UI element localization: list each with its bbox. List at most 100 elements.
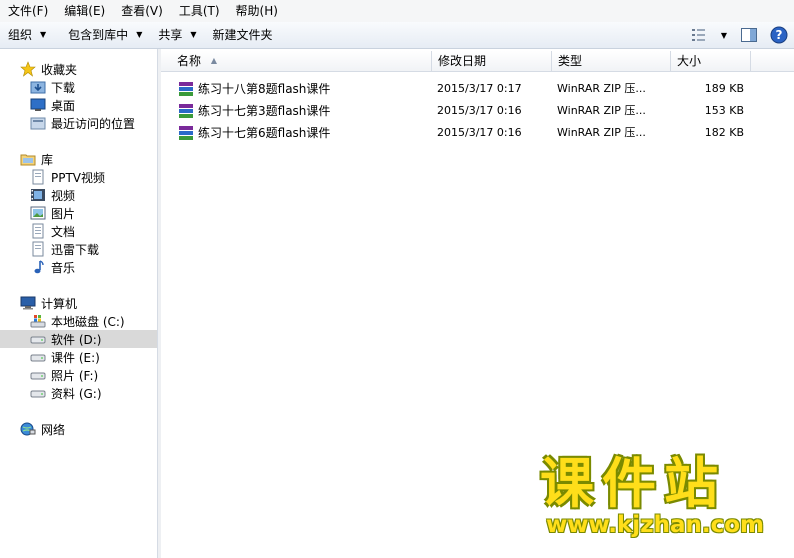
nav-desktop-label: 桌面 bbox=[51, 98, 76, 113]
organize-label: 组织 bbox=[8, 28, 33, 42]
document-library-icon bbox=[30, 241, 46, 257]
chevron-down-icon: ▼ bbox=[190, 30, 197, 39]
column-size[interactable]: 大小 bbox=[671, 51, 751, 71]
nav-favorites[interactable]: 收藏夹 bbox=[0, 60, 157, 78]
menu-file[interactable]: 文件(F) bbox=[0, 0, 56, 22]
nav-pptv[interactable]: PPTV视频 bbox=[0, 168, 157, 186]
chevron-down-icon[interactable]: ▼ bbox=[718, 24, 730, 46]
nav-downloads[interactable]: 下载 bbox=[0, 78, 157, 96]
new-folder-label: 新建文件夹 bbox=[212, 28, 273, 42]
menu-help[interactable]: 帮助(H) bbox=[228, 0, 286, 22]
column-name[interactable]: 名称 ▲ bbox=[161, 51, 432, 71]
nav-favorites-label: 收藏夹 bbox=[41, 62, 78, 77]
menu-edit[interactable]: 编辑(E) bbox=[56, 0, 113, 22]
file-type: WinRAR ZIP 压... bbox=[557, 82, 646, 95]
downloads-folder-icon bbox=[30, 79, 46, 95]
column-header: 名称 ▲ 修改日期 类型 大小 bbox=[161, 51, 794, 72]
nav-recent[interactable]: 最近访问的位置 bbox=[0, 114, 157, 132]
desktop-icon bbox=[30, 97, 46, 113]
share-label: 共享 bbox=[158, 28, 183, 42]
nav-drive-g-label: 资料 (G:) bbox=[51, 386, 102, 401]
nav-network-label: 网络 bbox=[41, 422, 66, 437]
file-date: 2015/3/17 0:16 bbox=[437, 126, 522, 139]
nav-drive-c-label: 本地磁盘 (C:) bbox=[51, 314, 125, 329]
include-library-label: 包含到库中 bbox=[68, 28, 129, 42]
library-folder-icon bbox=[20, 151, 36, 167]
menu-view[interactable]: 查看(V) bbox=[113, 0, 171, 22]
navigation-pane: 收藏夹 下载 桌面 最近访问的位置 库 PPTV视频 视频 图片 文档 迅雷下载… bbox=[0, 49, 158, 558]
nav-documents-label: 文档 bbox=[51, 224, 76, 239]
drive-icon bbox=[30, 385, 46, 401]
nav-documents[interactable]: 文档 bbox=[0, 222, 157, 240]
file-date: 2015/3/17 0:17 bbox=[437, 82, 522, 95]
nav-computer[interactable]: 计算机 bbox=[0, 294, 157, 312]
share-button[interactable]: 共享 ▼ bbox=[150, 22, 204, 48]
drive-icon bbox=[30, 349, 46, 365]
nav-drive-d-label: 软件 (D:) bbox=[51, 332, 102, 347]
nav-recent-label: 最近访问的位置 bbox=[51, 116, 136, 131]
file-name: 练习十八第8题flash课件 bbox=[198, 82, 331, 96]
include-library-button[interactable]: 包含到库中 ▼ bbox=[60, 22, 150, 48]
nav-music[interactable]: 音乐 bbox=[0, 258, 157, 276]
nav-libraries[interactable]: 库 bbox=[0, 150, 157, 168]
watermark-url: www.kjzhan.com bbox=[546, 512, 764, 538]
sort-ascending-icon: ▲ bbox=[210, 56, 217, 65]
nav-drive-c[interactable]: 本地磁盘 (C:) bbox=[0, 312, 157, 330]
view-options-icon[interactable] bbox=[688, 24, 710, 46]
column-name-label: 名称 bbox=[177, 54, 202, 68]
nav-videos-label: 视频 bbox=[51, 188, 76, 203]
file-row[interactable]: 练习十八第8题flash课件 2015/3/17 0:17 WinRAR ZIP… bbox=[161, 79, 794, 99]
watermark-text: 课件站 bbox=[540, 452, 726, 515]
picture-icon bbox=[30, 205, 46, 221]
chevron-down-icon: ▼ bbox=[136, 30, 143, 39]
winrar-archive-icon bbox=[178, 125, 194, 141]
column-type-label: 类型 bbox=[558, 54, 583, 68]
file-type: WinRAR ZIP 压... bbox=[557, 126, 646, 139]
nav-network[interactable]: 网络 bbox=[0, 420, 157, 438]
watermark-logo: 课件站 www.kjzhan.com bbox=[540, 452, 764, 539]
nav-pictures[interactable]: 图片 bbox=[0, 204, 157, 222]
nav-desktop[interactable]: 桌面 bbox=[0, 96, 157, 114]
file-size: 182 KB bbox=[704, 126, 744, 139]
file-row[interactable]: 练习十七第6题flash课件 2015/3/17 0:16 WinRAR ZIP… bbox=[161, 123, 794, 143]
nav-drive-d[interactable]: 软件 (D:) bbox=[0, 330, 157, 348]
file-name: 练习十七第3题flash课件 bbox=[198, 104, 331, 118]
menu-bar: 文件(F) 编辑(E) 查看(V) 工具(T) 帮助(H) bbox=[0, 0, 794, 22]
preview-pane-icon[interactable] bbox=[738, 24, 760, 46]
music-note-icon bbox=[30, 259, 46, 275]
nav-xunlei-label: 迅雷下载 bbox=[51, 242, 100, 257]
file-type: WinRAR ZIP 压... bbox=[557, 104, 646, 117]
star-icon bbox=[20, 61, 36, 77]
nav-videos[interactable]: 视频 bbox=[0, 186, 157, 204]
menu-tools[interactable]: 工具(T) bbox=[171, 0, 228, 22]
chevron-down-icon: ▼ bbox=[40, 30, 47, 39]
winrar-archive-icon bbox=[178, 103, 194, 119]
nav-xunlei[interactable]: 迅雷下载 bbox=[0, 240, 157, 258]
computer-icon bbox=[20, 295, 36, 311]
column-date-label: 修改日期 bbox=[438, 54, 487, 68]
nav-libraries-label: 库 bbox=[41, 152, 54, 167]
nav-drive-f[interactable]: 照片 (F:) bbox=[0, 366, 157, 384]
nav-computer-label: 计算机 bbox=[41, 296, 78, 311]
file-name: 练习十七第6题flash课件 bbox=[198, 126, 331, 140]
new-folder-button[interactable]: 新建文件夹 bbox=[205, 22, 281, 48]
winrar-archive-icon bbox=[178, 81, 194, 97]
nav-drive-g[interactable]: 资料 (G:) bbox=[0, 384, 157, 402]
column-type[interactable]: 类型 bbox=[552, 51, 671, 71]
drive-icon bbox=[30, 331, 46, 347]
command-bar: 组织 ▼ 包含到库中 ▼ 共享 ▼ 新建文件夹 ▼ ? bbox=[0, 22, 794, 49]
column-date[interactable]: 修改日期 bbox=[432, 51, 552, 71]
nav-music-label: 音乐 bbox=[51, 260, 76, 275]
recent-places-icon bbox=[30, 115, 46, 131]
organize-button[interactable]: 组织 ▼ bbox=[0, 22, 54, 48]
file-size: 153 KB bbox=[704, 104, 744, 117]
file-date: 2015/3/17 0:16 bbox=[437, 104, 522, 117]
drive-icon bbox=[30, 367, 46, 383]
document-library-icon bbox=[30, 169, 46, 185]
help-icon[interactable]: ? bbox=[768, 24, 790, 46]
file-row[interactable]: 练习十七第3题flash课件 2015/3/17 0:16 WinRAR ZIP… bbox=[161, 101, 794, 121]
file-size: 189 KB bbox=[704, 82, 744, 95]
nav-downloads-label: 下载 bbox=[51, 80, 76, 95]
nav-drive-e-label: 课件 (E:) bbox=[51, 350, 100, 365]
nav-drive-e[interactable]: 课件 (E:) bbox=[0, 348, 157, 366]
